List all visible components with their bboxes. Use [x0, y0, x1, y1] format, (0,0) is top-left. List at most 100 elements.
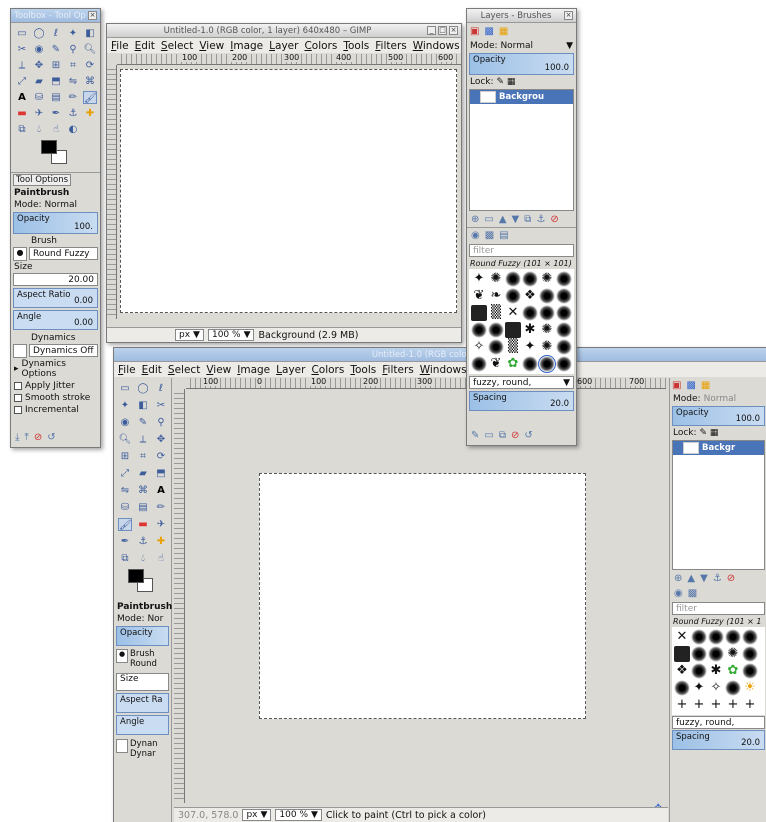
new-layer-icon[interactable]: ⊕: [674, 573, 682, 584]
single-mode-row[interactable]: Mode: Nor: [114, 613, 171, 625]
brush-cross-icon[interactable]: ✕: [674, 629, 690, 645]
align-tool-icon[interactable]: ⊞: [118, 450, 132, 463]
brush-round-icon[interactable]: [708, 646, 724, 662]
single-aspect-slider[interactable]: Aspect Ra: [116, 693, 169, 713]
color-picker-tool-icon[interactable]: ⚲: [154, 416, 168, 429]
new-group-icon[interactable]: ▭: [484, 214, 493, 225]
rect-select-tool-icon[interactable]: ▭: [118, 382, 132, 395]
menu-image[interactable]: Image: [230, 40, 263, 52]
menu-layer[interactable]: Layer: [276, 364, 305, 376]
airbrush-tool-icon[interactable]: ✈: [32, 107, 46, 120]
aspect-ratio-slider[interactable]: Aspect Ratio 0.00: [13, 288, 98, 308]
brush-round-icon[interactable]: [742, 663, 758, 679]
layer-up-icon[interactable]: ▲: [499, 214, 507, 225]
airbrush-tool-icon[interactable]: ✈: [154, 518, 168, 531]
brush-cross-icon[interactable]: ✕: [505, 305, 521, 321]
close-icon[interactable]: ×: [564, 11, 573, 20]
brush-round-icon[interactable]: [725, 680, 741, 696]
brush-round-icon[interactable]: [708, 629, 724, 645]
scissors-tool-icon[interactable]: ✂: [154, 399, 168, 412]
brush-square-icon[interactable]: [505, 322, 521, 338]
brush-pepper-icon[interactable]: ✿: [725, 663, 741, 679]
brush-round-icon[interactable]: [691, 629, 707, 645]
brush-splatter-icon[interactable]: ✺: [539, 271, 555, 287]
single-horizontal-ruler[interactable]: 100 0 100 200 300 400 500 600 700: [186, 378, 666, 389]
patterns-tab-icon[interactable]: ▩: [485, 230, 494, 241]
dock-mode-row[interactable]: Mode: Normal: [670, 393, 766, 405]
fuzzy-select-tool-icon[interactable]: ✦: [118, 399, 132, 412]
brush-grid[interactable]: ✦ ✺ ✺ ❦ ❧ ❖ ▒ ✕ ✱ ✺ ✧ ▒ ✦ ✺ ❦ ✿: [469, 269, 574, 374]
measure-tool-icon[interactable]: ⟂: [136, 433, 150, 446]
shear-tool-icon[interactable]: ▰: [136, 467, 150, 480]
brush-pepper-icon[interactable]: ✿: [505, 356, 521, 372]
brush-sparkle-icon[interactable]: ✧: [708, 680, 724, 696]
pencil-tool-icon[interactable]: ✏: [154, 501, 168, 514]
size-field[interactable]: 20.00: [13, 273, 98, 286]
brush-round-icon[interactable]: [522, 305, 538, 321]
menu-tools[interactable]: Tools: [343, 40, 369, 52]
eraser-tool-icon[interactable]: ▬: [136, 518, 150, 531]
perspective-tool-icon[interactable]: ⬒: [49, 75, 63, 88]
crop-tool-icon[interactable]: ⌗: [136, 450, 150, 463]
smudge-tool-icon[interactable]: ☝: [49, 123, 63, 136]
paintbrush-tool-icon[interactable]: 🖌︎: [118, 518, 132, 531]
opacity-slider[interactable]: Opacity 100.: [13, 212, 98, 234]
dock-titlebar[interactable]: Layers - Brushes ×: [467, 9, 576, 23]
menu-view[interactable]: View: [206, 364, 231, 376]
ink-tool-icon[interactable]: ✒: [118, 535, 132, 548]
align-tool-icon[interactable]: ⊞: [49, 59, 63, 72]
menu-windows[interactable]: Windows: [413, 40, 460, 52]
menu-windows[interactable]: Windows: [420, 364, 467, 376]
measure-tool-icon[interactable]: ⟂: [15, 59, 29, 72]
brush-splatter-icon[interactable]: ✺: [725, 646, 741, 662]
menu-select[interactable]: Select: [161, 40, 193, 52]
brush-preview-icon[interactable]: ●: [13, 247, 27, 261]
toolbox-titlebar[interactable]: Toolbox - Tool Op ×: [11, 9, 100, 23]
clone-tool-icon[interactable]: ⚓: [66, 107, 80, 120]
restore-options-icon[interactable]: ⤒: [24, 432, 28, 443]
paths-tab-icon[interactable]: ▦: [499, 26, 508, 37]
foreground-select-tool-icon[interactable]: ◉: [32, 43, 46, 56]
scissors-tool-icon[interactable]: ✂: [15, 43, 29, 56]
layer-down-icon[interactable]: ▼: [512, 214, 520, 225]
ellipse-select-tool-icon[interactable]: ◯: [136, 382, 150, 395]
menu-filters[interactable]: Filters: [375, 40, 406, 52]
lock-pixels-icon[interactable]: ✎: [699, 428, 707, 438]
unit-select[interactable]: px ▼: [242, 809, 272, 821]
delete-brush-icon[interactable]: ⊘: [511, 430, 519, 441]
fuzzy-select-tool-icon[interactable]: ✦: [66, 27, 80, 40]
menu-select[interactable]: Select: [168, 364, 200, 376]
menu-image[interactable]: Image: [237, 364, 270, 376]
dock-opacity-slider[interactable]: Opacity 100.0: [672, 406, 765, 426]
menu-filters[interactable]: Filters: [382, 364, 413, 376]
brush-plus-icon[interactable]: +: [725, 697, 741, 713]
delete-options-icon[interactable]: ⊘: [34, 432, 42, 443]
color-select-tool-icon[interactable]: ◧: [136, 399, 150, 412]
dock-spacing-slider[interactable]: Spacing 20.0: [672, 730, 765, 750]
brush-round-icon[interactable]: [488, 339, 504, 355]
brush-square-icon[interactable]: [674, 646, 690, 662]
shear-tool-icon[interactable]: ▰: [32, 75, 46, 88]
brush-round-icon[interactable]: [691, 663, 707, 679]
close-icon[interactable]: ×: [88, 11, 97, 20]
brushes-tab-icon[interactable]: ◉: [471, 230, 480, 241]
brush-round-icon[interactable]: [471, 356, 487, 372]
menu-edit[interactable]: Edit: [135, 40, 155, 52]
dynamics-icon[interactable]: [13, 344, 27, 358]
foreground-color-swatch[interactable]: [128, 569, 144, 583]
brush-round-icon[interactable]: [505, 271, 521, 287]
close-icon[interactable]: ×: [449, 26, 458, 35]
dock-filter-field[interactable]: filter: [672, 602, 765, 615]
layer-list[interactable]: Backgrou: [469, 89, 574, 211]
blend-tool-icon[interactable]: ▤: [136, 501, 150, 514]
foreground-select-tool-icon[interactable]: ◉: [118, 416, 132, 429]
brush-round-icon[interactable]: [556, 305, 572, 321]
brush-tags-field[interactable]: fuzzy, round, ▼: [469, 376, 574, 389]
layer-up-icon[interactable]: ▲: [687, 573, 695, 584]
brush-sparkle-icon[interactable]: ✦: [691, 680, 707, 696]
apply-jitter-checkbox[interactable]: Apply Jitter: [11, 380, 100, 392]
brush-round-icon[interactable]: [674, 680, 690, 696]
heal-tool-icon[interactable]: ✚: [154, 535, 168, 548]
paintbrush-tool-icon[interactable]: 🖌︎: [83, 91, 97, 104]
menu-edit[interactable]: Edit: [142, 364, 162, 376]
